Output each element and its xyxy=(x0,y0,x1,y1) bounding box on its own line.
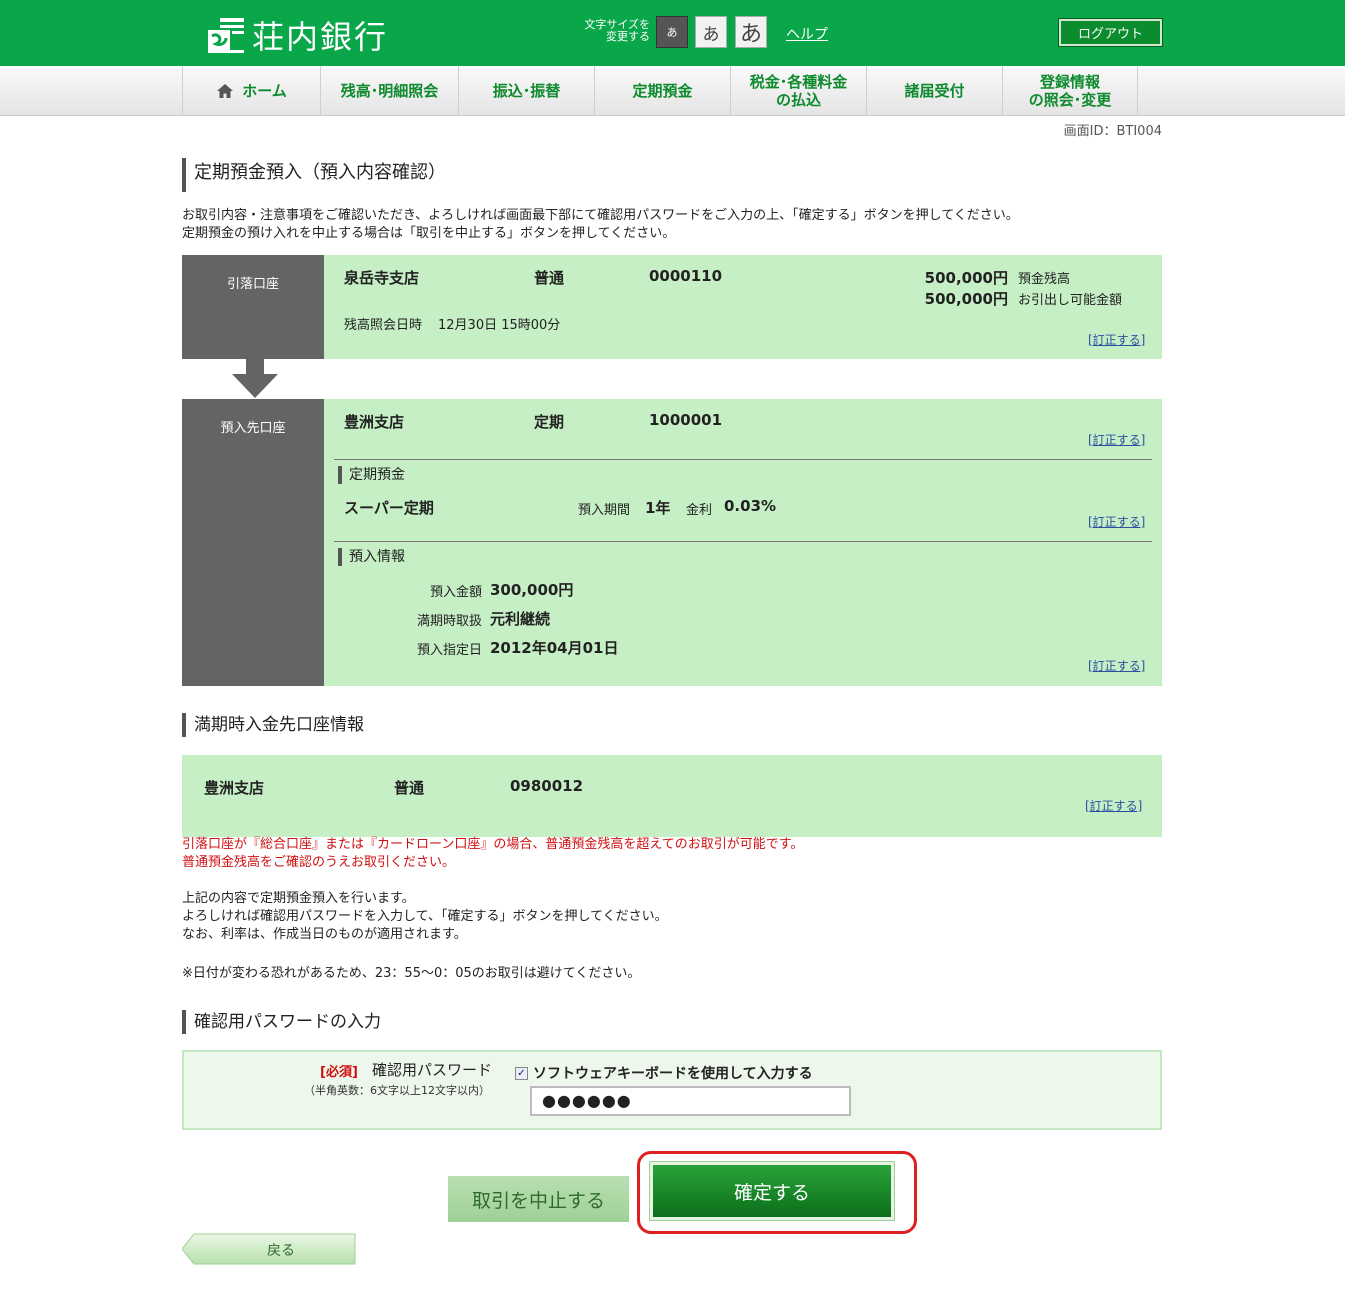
from-available-label: お引出し可能金額 xyxy=(1018,293,1123,308)
nav-registration-info[interactable]: 登録情報 の照会･変更 xyxy=(1002,66,1138,116)
edit-from-account-link[interactable]: [訂正する] xyxy=(1088,331,1145,348)
maturity-account-number: 0980012 xyxy=(510,777,584,795)
password-label: 確認用パスワード xyxy=(372,1061,493,1079)
from-available: 500,000円 xyxy=(924,290,1008,308)
nav-time-deposit[interactable]: 定期預金 xyxy=(594,66,730,116)
cancel-transaction-button[interactable]: 取引を中止する xyxy=(448,1176,629,1222)
edit-deposit-product-link[interactable]: [訂正する] xyxy=(1088,513,1145,530)
nav-tax-payment[interactable]: 税金･各種料金 の払込 xyxy=(730,66,866,116)
time-deposit-section-title: 定期預金 xyxy=(338,466,405,484)
deposit-amount: 300,000円 xyxy=(490,581,574,599)
deposit-date: 2012年04月01日 xyxy=(490,639,619,657)
nav-home[interactable]: ホーム xyxy=(182,66,320,116)
balance-query-label: 残高照会日時 xyxy=(344,318,423,333)
to-account-panel: 豊洲支店 定期 1000001 [訂正する] 定期預金 スーパー定期 預入期間 … xyxy=(324,399,1162,686)
edit-deposit-info-link[interactable]: [訂正する] xyxy=(1088,657,1145,674)
from-branch: 泉岳寺支店 xyxy=(344,269,420,287)
maturity-account-type: 普通 xyxy=(394,779,425,797)
deposit-date-label: 預入指定日 xyxy=(416,643,482,658)
interest-rate-label: 金利 xyxy=(686,503,713,518)
edit-maturity-account-link[interactable]: [訂正する] xyxy=(1085,797,1142,814)
balance-query-datetime: 12月30日 15時00分 xyxy=(438,318,561,333)
screen-id: 画面ID：BTI004 xyxy=(1063,124,1162,139)
font-size-small-button[interactable]: あ xyxy=(656,16,688,48)
nav-transfer[interactable]: 振込･振替 xyxy=(458,66,594,116)
logout-button[interactable]: ログアウト xyxy=(1058,18,1163,47)
nav-home-label: ホーム xyxy=(242,82,287,100)
help-link[interactable]: ヘルプ xyxy=(786,24,828,44)
to-account-label: 預入先口座 xyxy=(182,399,324,686)
from-account-type: 普通 xyxy=(534,269,565,287)
overdraft-notice: 引落口座が『総合口座』または『カードローン口座』の場合、普通預金残高を超えてのお… xyxy=(182,837,804,870)
required-badge: [必須] xyxy=(320,1065,358,1080)
confirm-button[interactable]: 確定する xyxy=(649,1161,895,1221)
from-account-panel: 泉岳寺支店 普通 0000110 500,000円 預金残高 500,000円 … xyxy=(324,255,1162,359)
font-size-medium-button[interactable]: あ xyxy=(695,16,727,48)
maturity-branch: 豊洲支店 xyxy=(204,779,265,797)
from-balance: 500,000円 xyxy=(924,269,1008,287)
nav-notifications[interactable]: 諸届受付 xyxy=(866,66,1002,116)
deposit-info-section-title: 預入情報 xyxy=(338,548,405,566)
interest-rate: 0.03% xyxy=(724,497,777,515)
maturity-account-title: 満期時入金先口座情報 xyxy=(182,713,364,737)
to-branch: 豊洲支店 xyxy=(344,413,405,431)
home-icon xyxy=(217,84,234,98)
from-account-number: 0000110 xyxy=(649,267,723,285)
maturity-handling: 元利継続 xyxy=(490,610,551,628)
edit-to-account-link[interactable]: [訂正する] xyxy=(1088,431,1145,448)
down-arrow-icon xyxy=(232,358,278,398)
deposit-product: スーパー定期 xyxy=(344,499,434,517)
software-keyboard-label: ソフトウェアキーボードを使用して入力する xyxy=(533,1066,813,1082)
confirmation-info-text: 上記の内容で定期預金預入を行います。 よろしければ確認用パスワードを入力して、「… xyxy=(182,891,668,942)
maturity-account-panel: 豊洲支店 普通 0980012 [訂正する] xyxy=(182,755,1162,837)
password-hint: （半角英数：6文字以上12文字以内） xyxy=(304,1084,490,1097)
from-account-label: 引落口座 xyxy=(182,255,324,359)
divider xyxy=(334,541,1152,542)
date-change-note: ※日付が変わる恐れがあるため、23：55〜0：05のお取引は避けてください。 xyxy=(182,966,641,981)
confirm-button-label: 確定する xyxy=(653,1165,891,1217)
bank-logo-icon xyxy=(208,18,244,53)
from-balance-label: 預金残高 xyxy=(1018,272,1071,287)
deposit-period: 1年 xyxy=(645,499,671,517)
to-account-type: 定期 xyxy=(534,413,565,431)
deposit-period-label: 預入期間 xyxy=(578,503,631,518)
page-title: 定期預金預入（預入内容確認） xyxy=(182,158,446,192)
software-keyboard-checkbox[interactable]: ✓ xyxy=(515,1067,528,1080)
maturity-handling-label: 満期時取扱 xyxy=(416,614,482,629)
font-size-large-button[interactable]: あ xyxy=(735,16,767,48)
password-input[interactable]: ●●●●●● xyxy=(530,1086,851,1116)
bank-name: 荘内銀行 xyxy=(252,18,389,56)
back-button[interactable] xyxy=(182,1233,356,1265)
password-section-title: 確認用パスワードの入力 xyxy=(182,1010,381,1034)
font-size-label: 文字サイズを 変更する xyxy=(584,18,650,43)
divider xyxy=(334,459,1152,460)
deposit-amount-label: 預入金額 xyxy=(429,585,482,600)
to-account-number: 1000001 xyxy=(649,411,723,429)
intro-text: お取引内容・注意事項をご確認いただき、よろしければ画面最下部にて確認用パスワード… xyxy=(182,208,1019,241)
nav-balance[interactable]: 残高･明細照会 xyxy=(320,66,458,116)
